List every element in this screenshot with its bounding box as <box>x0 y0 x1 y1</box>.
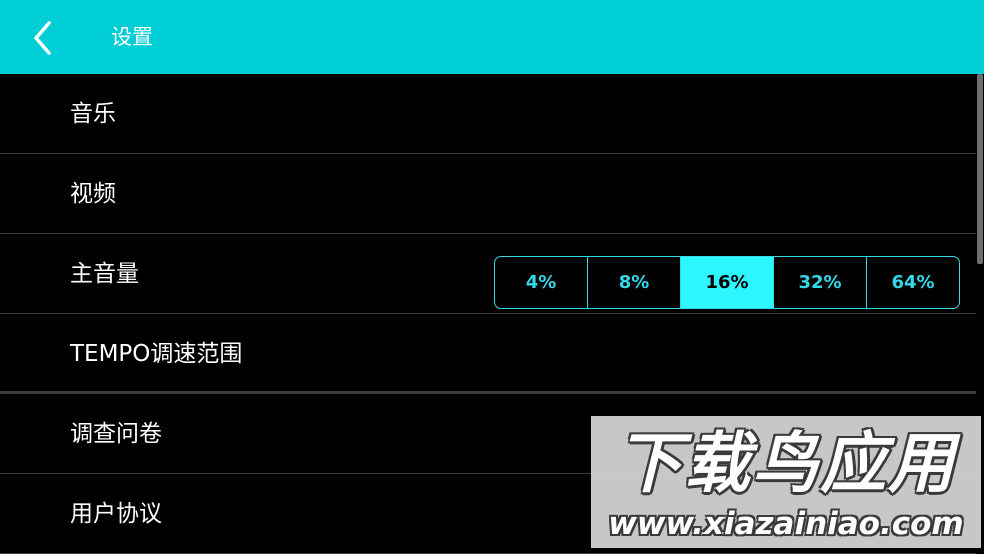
settings-item-label: 用户协议 <box>70 501 162 527</box>
tempo-range-segmented-control: 4% 8% 16% 32% 64% <box>494 256 960 309</box>
tempo-option-64[interactable]: 64% <box>867 257 959 308</box>
chevron-left-icon <box>34 21 51 55</box>
back-button[interactable] <box>22 14 66 60</box>
settings-item-label: 调查问卷 <box>70 421 162 447</box>
tempo-option-16-selected[interactable]: 16% <box>681 257 774 308</box>
tempo-option-8[interactable]: 8% <box>588 257 681 308</box>
settings-item-tempo-range: TEMPO调速范围 <box>0 314 976 394</box>
settings-item-label: 视频 <box>70 181 116 207</box>
settings-item-label: 音乐 <box>70 101 116 127</box>
settings-item-label: 主音量 <box>70 261 139 287</box>
watermark-title: 下载鸟应用 <box>616 425 956 502</box>
header-bar: 设置 <box>0 0 984 74</box>
page-title: 设置 <box>111 25 153 49</box>
tempo-option-32[interactable]: 32% <box>774 257 867 308</box>
tempo-option-4[interactable]: 4% <box>495 257 588 308</box>
watermark-url: www.xiazainiao.com <box>608 506 964 542</box>
settings-screen: 设置 音乐 视频 主音量 TEMPO调速范围 调查问卷 用户协议 4% 8% 1… <box>0 0 984 554</box>
settings-item-music[interactable]: 音乐 <box>0 74 976 154</box>
scrollbar-thumb[interactable] <box>977 74 983 264</box>
settings-item-label: TEMPO调速范围 <box>70 341 243 367</box>
settings-item-video[interactable]: 视频 <box>0 154 976 234</box>
watermark-overlay: 下载鸟应用 www.xiazainiao.com <box>591 416 981 548</box>
